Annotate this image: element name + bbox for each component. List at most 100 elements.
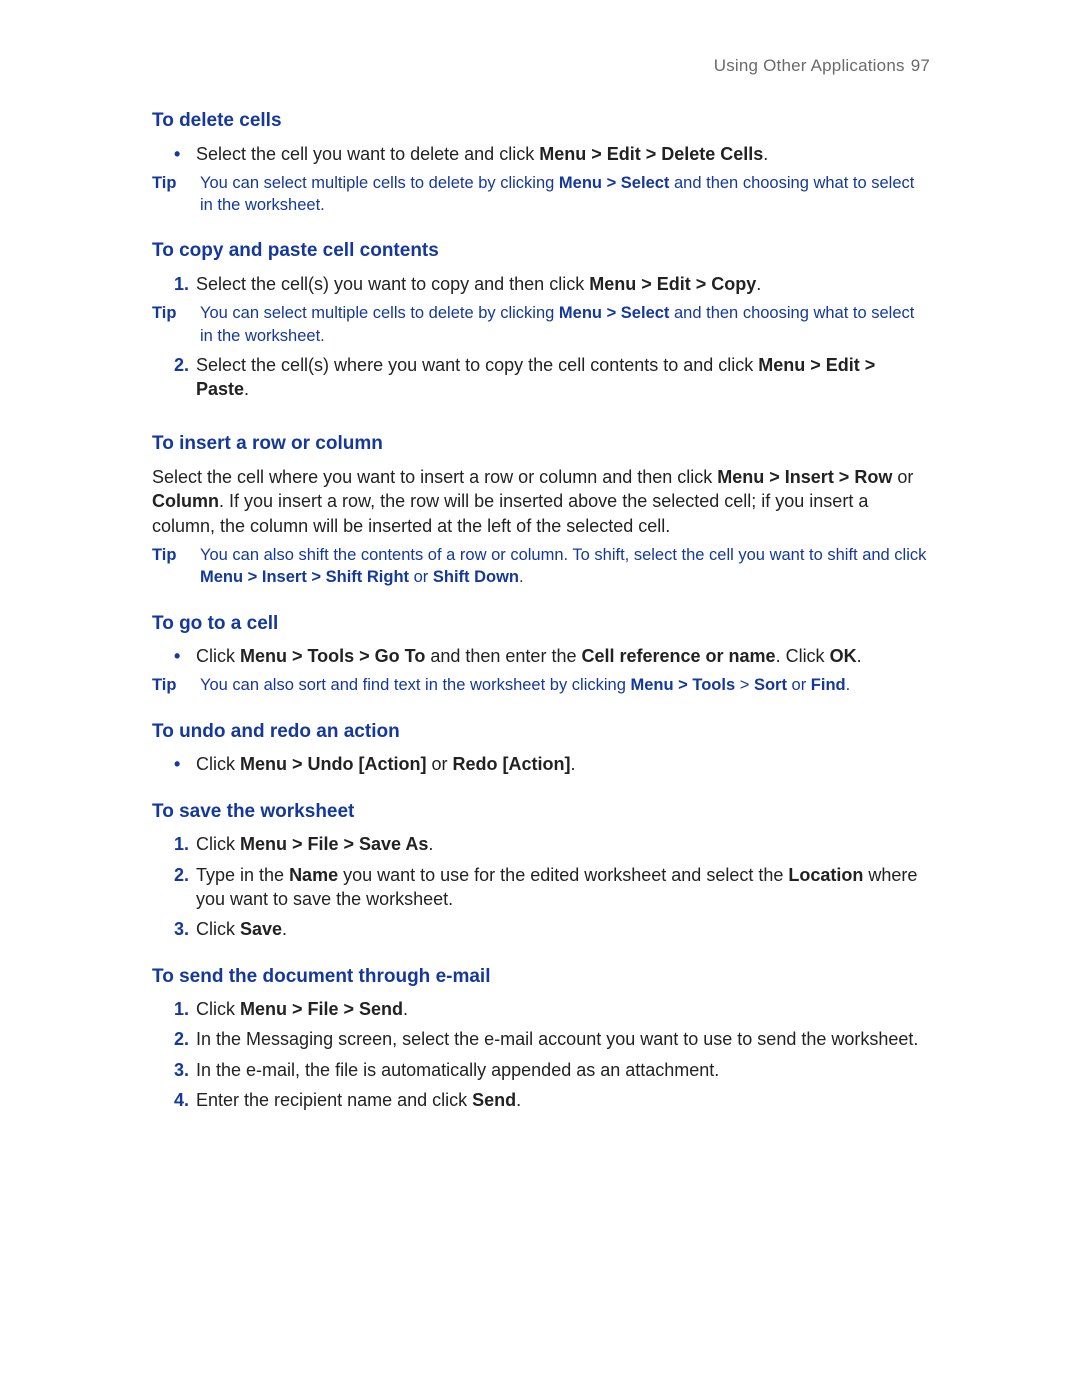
text: . (516, 1090, 521, 1110)
heading-save-worksheet: To save the worksheet (152, 799, 930, 825)
text: . (428, 834, 433, 854)
text: . (756, 274, 761, 294)
text-bold: Column (152, 491, 219, 511)
list-number: 4. (174, 1088, 189, 1112)
text: In the Messaging screen, select the e-ma… (196, 1029, 918, 1049)
list-item: 2. Select the cell(s) where you want to … (174, 353, 930, 402)
tip-body: You can also sort and find text in the w… (200, 674, 930, 696)
list-number: 2. (174, 1027, 189, 1051)
ordered-list: 2. Select the cell(s) where you want to … (174, 353, 930, 402)
text-bold: OK (830, 646, 857, 666)
list-item: Click Menu > Tools > Go To and then ente… (174, 644, 930, 668)
list: Click Menu > Tools > Go To and then ente… (174, 644, 930, 668)
text: Enter the recipient name and click (196, 1090, 472, 1110)
text: Select the cell(s) you want to copy and … (196, 274, 589, 294)
text: or (892, 467, 913, 487)
text-bold: Menu > Select (559, 304, 670, 322)
heading-delete-cells: To delete cells (152, 108, 930, 134)
tip: Tip You can also sort and find text in t… (152, 674, 930, 696)
text: Click (196, 834, 240, 854)
text-bold: Shift Down (433, 568, 519, 586)
heading-insert-row-column: To insert a row or column (152, 431, 930, 457)
page-number: 97 (911, 56, 930, 75)
tip-body: You can select multiple cells to delete … (200, 302, 930, 347)
text-bold: Redo [Action] (453, 754, 571, 774)
text: . (519, 568, 524, 586)
list-number: 3. (174, 1058, 189, 1082)
text: . Click (776, 646, 830, 666)
list-item: 1. Click Menu > File > Send. (174, 997, 930, 1021)
text: You can select multiple cells to delete … (200, 174, 559, 192)
text: . (857, 646, 862, 666)
text-bold: Menu > Insert > Shift Right (200, 568, 409, 586)
text-bold: Cell reference or name (581, 646, 775, 666)
text-bold: Menu > Tools > Go To (240, 646, 425, 666)
text: . (244, 379, 249, 399)
list-item: 1. Select the cell(s) you want to copy a… (174, 272, 930, 296)
tip-label: Tip (152, 172, 200, 217)
text: . (282, 919, 287, 939)
text: . (570, 754, 575, 774)
text-bold: Location (788, 865, 863, 885)
tip: Tip You can select multiple cells to del… (152, 302, 930, 347)
list: Click Menu > Undo [Action] or Redo [Acti… (174, 752, 930, 776)
text: Select the cell you want to delete and c… (196, 144, 539, 164)
text: Click (196, 646, 240, 666)
text: or (787, 676, 811, 694)
text: . If you insert a row, the row will be i… (152, 491, 868, 535)
list-number: 1. (174, 832, 189, 856)
list-number: 1. (174, 272, 189, 296)
heading-undo-redo: To undo and redo an action (152, 719, 930, 745)
text-bold: Sort (754, 676, 787, 694)
list-item: 3. In the e-mail, the file is automatica… (174, 1058, 930, 1082)
text: Click (196, 999, 240, 1019)
text-bold: Menu > Undo [Action] (240, 754, 426, 774)
text: Click (196, 754, 240, 774)
list-item: Select the cell you want to delete and c… (174, 142, 930, 166)
tip: Tip You can also shift the contents of a… (152, 544, 930, 589)
text: you want to use for the edited worksheet… (338, 865, 788, 885)
text-bold: Save (240, 919, 282, 939)
text: and then enter the (425, 646, 581, 666)
heading-send-email: To send the document through e-mail (152, 964, 930, 990)
list-number: 3. (174, 917, 189, 941)
heading-go-to-cell: To go to a cell (152, 611, 930, 637)
text: or (426, 754, 452, 774)
list-item: Click Menu > Undo [Action] or Redo [Acti… (174, 752, 930, 776)
heading-copy-paste: To copy and paste cell contents (152, 238, 930, 264)
list-item: 1. Click Menu > File > Save As. (174, 832, 930, 856)
list-item: 2. Type in the Name you want to use for … (174, 863, 930, 912)
tip: Tip You can select multiple cells to del… (152, 172, 930, 217)
text-bold: Menu > File > Save As (240, 834, 428, 854)
text-bold: Menu > Select (559, 174, 670, 192)
text-bold: Name (289, 865, 338, 885)
text: You can also sort and find text in the w… (200, 676, 630, 694)
text-bold: Menu > Insert > Row (717, 467, 892, 487)
tip-label: Tip (152, 302, 200, 347)
list-item: 4. Enter the recipient name and click Se… (174, 1088, 930, 1112)
paragraph: Select the cell where you want to insert… (152, 465, 930, 538)
text: . (846, 676, 851, 694)
text: or (409, 568, 433, 586)
running-header: Using Other Applications 97 (152, 55, 930, 78)
text: Click (196, 919, 240, 939)
tip-label: Tip (152, 674, 200, 696)
list: Select the cell you want to delete and c… (174, 142, 930, 166)
ordered-list: 1. Click Menu > File > Save As. 2. Type … (174, 832, 930, 941)
text-bold: Menu > Tools (630, 676, 735, 694)
list-number: 2. (174, 863, 189, 887)
list-number: 2. (174, 353, 189, 377)
text: . (763, 144, 768, 164)
text-bold: Menu > Edit > Copy (589, 274, 756, 294)
text: Select the cell where you want to insert… (152, 467, 717, 487)
text-bold: Menu > Edit > Delete Cells (539, 144, 763, 164)
tip-label: Tip (152, 544, 200, 589)
text: In the e-mail, the file is automatically… (196, 1060, 719, 1080)
chapter-title: Using Other Applications (714, 56, 905, 75)
list-item: 2. In the Messaging screen, select the e… (174, 1027, 930, 1051)
tip-body: You can select multiple cells to delete … (200, 172, 930, 217)
text: You can select multiple cells to delete … (200, 304, 559, 322)
page: Using Other Applications 97 To delete cel… (0, 0, 1080, 1112)
text: Select the cell(s) where you want to cop… (196, 355, 758, 375)
ordered-list: 1. Select the cell(s) you want to copy a… (174, 272, 930, 296)
